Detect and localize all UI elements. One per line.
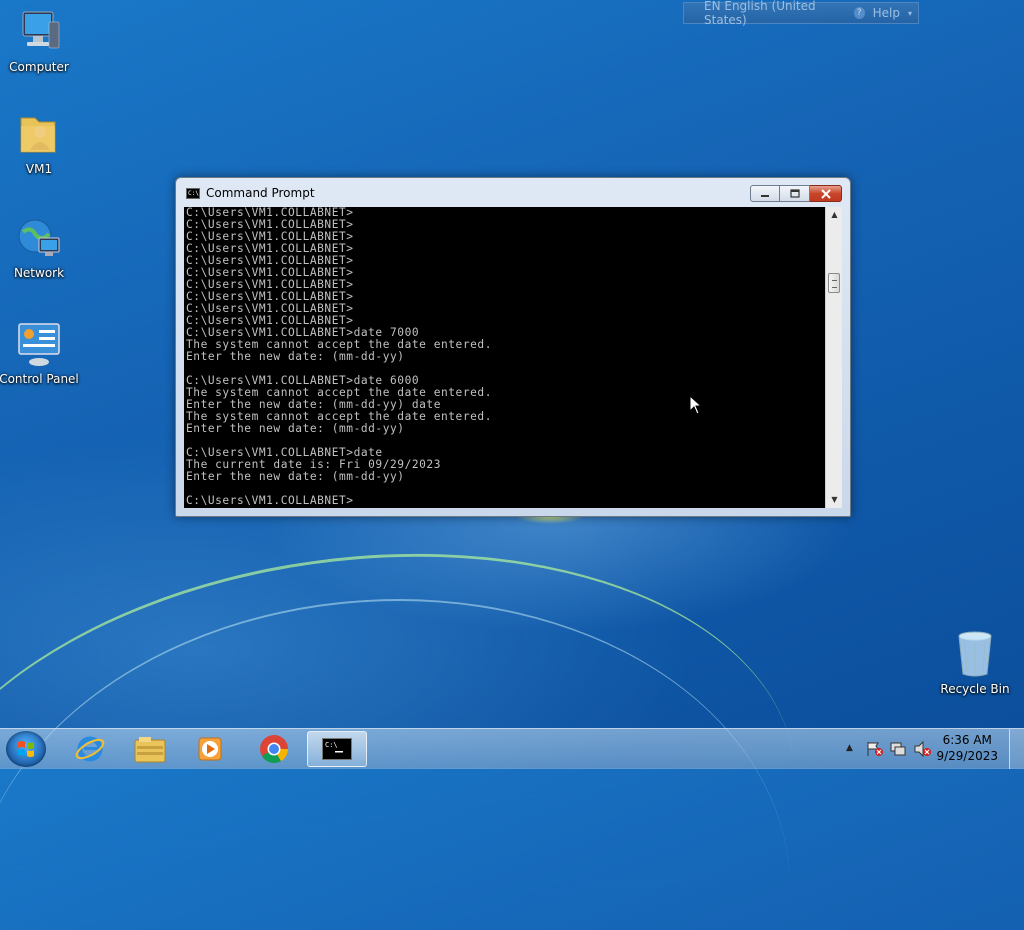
language-bar[interactable]: EN English (United States) ? Help ▾ [683,0,919,27]
volume-muted-icon[interactable] [914,741,932,757]
desktop-icon-control-panel[interactable]: Control Panel [0,320,81,386]
computer-icon [15,8,63,56]
desktop-icon-label: Computer [9,60,69,74]
svg-text:C:\: C:\ [325,741,338,749]
start-button[interactable] [6,731,46,767]
command-prompt-icon: C:\ [186,187,200,199]
show-hidden-icons-chevron-icon[interactable]: ▲ [846,743,853,753]
windows-logo-icon [18,741,34,757]
scroll-up-arrow-icon[interactable]: ▲ [826,207,843,223]
desktop-icon-computer[interactable]: Computer [0,8,81,74]
window-title: Command Prompt [206,186,315,200]
language-indicator[interactable]: EN English (United States) [704,0,846,27]
desktop-icon-label: Network [13,266,65,280]
explorer-folder-icon [134,737,166,763]
desktop-icon-vm1[interactable]: VM1 [0,110,81,176]
taskbar-windows-explorer[interactable] [122,731,178,767]
desktop-icon-recycle-bin[interactable]: Recycle Bin [933,630,1017,696]
vertical-scrollbar[interactable]: ▲ ▼ [825,207,842,508]
clock-time: 6:36 AM [942,733,992,747]
taskbar-chrome[interactable] [246,731,302,767]
console-text: C:\Users\VM1.COLLABNET> C:\Users\VM1.COL… [186,207,492,507]
desktop-icon-label: Control Panel [0,372,79,386]
close-button[interactable] [810,185,842,202]
mouse-cursor-icon [689,395,703,415]
scrollbar-thumb[interactable] [828,273,840,293]
clock-date: 9/29/2023 [936,749,998,763]
desktop-icon-network[interactable]: Network [0,214,81,280]
control-panel-icon [15,320,63,368]
recycle-bin-icon [951,630,999,678]
taskbar: C:\ ▲ 6:36 AM 9/29/2023 [0,728,1024,769]
taskbar-media-player[interactable] [182,731,238,767]
maximize-icon [789,189,800,198]
window-titlebar[interactable]: C:\ Command Prompt [176,178,850,208]
maximize-button[interactable] [780,185,810,202]
console-output-area[interactable]: C:\Users\VM1.COLLABNET> C:\Users\VM1.COL… [184,207,825,508]
help-link[interactable]: Help [873,6,900,20]
taskbar-command-prompt[interactable]: C:\ [307,731,367,767]
minimize-button[interactable] [750,185,780,202]
scroll-down-arrow-icon[interactable]: ▼ [826,492,843,508]
language-bar-options-icon[interactable]: ▾ [908,9,912,18]
taskbar-internet-explorer[interactable] [62,731,118,767]
show-desktop-button[interactable] [1009,729,1024,769]
desktop-icon-label: VM1 [25,162,53,176]
network-status-icon[interactable] [890,741,908,757]
user-folder-icon [15,110,63,158]
help-icon: ? [853,7,865,19]
desktop-icon-label: Recycle Bin [940,682,1010,696]
minimize-icon [761,194,769,197]
taskbar-clock[interactable]: 6:36 AM 9/29/2023 [936,732,998,764]
action-center-flag-icon[interactable] [866,741,884,757]
network-icon [15,214,63,262]
command-prompt-window[interactable]: C:\ Command Prompt C:\Users\VM1.COLLABNE… [175,177,851,517]
chrome-icon [260,735,288,763]
command-prompt-icon: C:\ [322,738,352,760]
internet-explorer-icon [75,736,105,762]
close-icon [820,188,831,199]
media-player-icon [198,737,222,761]
